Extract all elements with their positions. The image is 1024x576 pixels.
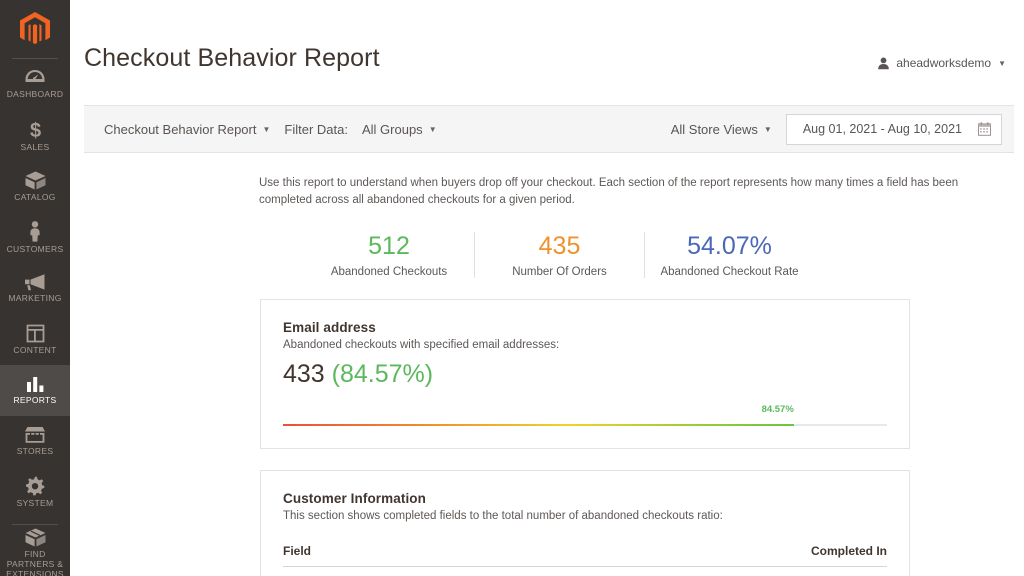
calendar-icon [978,122,991,136]
chevron-down-icon: ▼ [998,58,1006,68]
layout-icon [26,324,44,343]
date-range-picker[interactable]: Aug 01, 2021 - Aug 10, 2021 [785,113,1002,145]
progress-bar-label: 84.57% [761,404,794,416]
sidebar-item-label: CUSTOMERS [6,243,64,254]
kpi-summary-row: 512 Abandoned Checkouts 435 Number Of Or… [224,231,894,279]
chevron-down-icon: ▼ [428,124,437,134]
page-title: Checkout Behavior Report [84,44,380,72]
extension-box-icon [25,528,45,547]
main-content: Checkout Behavior Report aheadworksdemo … [70,0,1024,576]
kpi-number-of-orders: 435 Number Of Orders [474,231,644,279]
email-completion-stat: 433 (84.57%) [283,360,887,389]
sidebar-item-content[interactable]: CONTENT [0,314,70,365]
sidebar-item-find-partners-extensions[interactable]: FIND PARTNERS & EXTENSIONS [0,525,70,576]
dollar-icon: $ [29,120,40,140]
bar-chart-icon [26,376,43,392]
sidebar-item-label: SALES [20,141,50,152]
date-range-value: Aug 01, 2021 - Aug 10, 2021 [802,122,962,136]
sidebar-item-dashboard[interactable]: DASHBOARD [0,59,70,110]
sidebar-item-label: STORES [16,446,54,457]
sidebar-item-marketing[interactable]: MARKETING [0,263,70,314]
report-type-select[interactable]: Checkout Behavior Report ▼ [104,122,270,137]
store-icon [25,427,45,443]
store-view-value: All Store Views [670,121,758,137]
table-header-row: Field Completed In [283,544,887,568]
magento-logo[interactable] [0,0,70,52]
customer-fields-table: Field Completed In [283,544,887,568]
progress-bar-fill [283,424,794,427]
sidebar-item-label: DASHBOARD [6,89,64,100]
group-filter-value: All Groups [361,121,423,137]
sidebar-item-label: CONTENT [13,344,57,355]
email-address-panel: Email address Abandoned checkouts with s… [260,299,910,450]
panel-subtitle: This section shows completed fields to t… [283,510,723,523]
kpi-abandoned-checkouts: 512 Abandoned Checkouts [304,232,474,279]
panel-title: Customer Information [283,491,427,507]
sidebar-item-catalog[interactable]: CATALOG [0,161,70,212]
person-icon [30,220,40,242]
kpi-label: Number Of Orders [512,266,607,279]
kpi-label: Abandoned Checkout Rate [660,266,799,279]
box-icon [25,171,45,190]
sidebar-item-system[interactable]: SYSTEM [0,467,70,518]
email-progress-bar: 84.57% [283,404,887,430]
email-completion-percent: (84.57%) [331,360,434,389]
sidebar-item-label: CATALOG [14,191,56,202]
chevron-down-icon: ▼ [262,124,271,134]
customer-information-panel: Customer Information This section shows … [260,470,910,576]
megaphone-icon [25,274,45,291]
column-header-completed-in: Completed In [810,544,887,559]
sidebar-item-reports[interactable]: REPORTS [0,365,70,416]
sidebar-item-label: REPORTS [13,394,57,405]
page-header: Checkout Behavior Report aheadworksdemo … [70,0,1024,105]
admin-user-menu[interactable]: aheadworksdemo ▼ [877,56,1006,70]
sidebar: DASHBOARD $ SALES CATALOG CUSTOMERS MARK… [0,0,70,576]
user-avatar-icon [878,57,890,69]
sidebar-item-label: FIND PARTNERS & EXTENSIONS [6,549,64,576]
report-toolbar: Checkout Behavior Report ▼ Filter Data: … [84,105,1014,153]
gear-icon [26,476,45,496]
sidebar-item-stores[interactable]: STORES [0,416,70,467]
panel-title: Email address [283,320,376,336]
kpi-value: 512 [368,231,410,260]
kpi-value: 435 [538,231,581,260]
filter-data-label: Filter Data: [284,121,348,137]
email-completion-count: 433 [283,360,325,389]
chevron-down-icon: ▼ [763,124,772,134]
panel-subtitle: Abandoned checkouts with specified email… [283,339,560,352]
sidebar-item-label: SYSTEM [16,498,54,509]
dashboard-icon [25,70,45,83]
report-type-value: Checkout Behavior Report [104,121,257,137]
svg-text:$: $ [29,120,40,140]
sidebar-item-customers[interactable]: CUSTOMERS [0,212,70,263]
kpi-label: Abandoned Checkouts [330,266,448,279]
sidebar-item-sales[interactable]: $ SALES [0,110,70,161]
column-header-field: Field [283,544,312,559]
magento-logo-icon [20,12,50,45]
admin-user-name: aheadworksdemo [896,56,992,70]
kpi-value: 54.07% [687,231,772,260]
admin-app: DASHBOARD $ SALES CATALOG CUSTOMERS MARK… [0,0,1024,576]
toolbar-right-group: All Store Views ▼ Aug 01, 2021 - Aug 10,… [671,113,1002,145]
kpi-abandoned-checkout-rate: 54.07% Abandoned Checkout Rate [644,231,814,279]
store-view-select[interactable]: All Store Views ▼ [671,122,772,137]
toolbar-left-group: Checkout Behavior Report ▼ Filter Data: … [104,122,437,137]
sidebar-item-label: MARKETING [8,293,62,304]
group-filter-select[interactable]: All Groups ▼ [362,122,437,137]
report-body: Use this report to understand when buyer… [70,153,1024,576]
report-intro-text: Use this report to understand when buyer… [259,177,959,207]
